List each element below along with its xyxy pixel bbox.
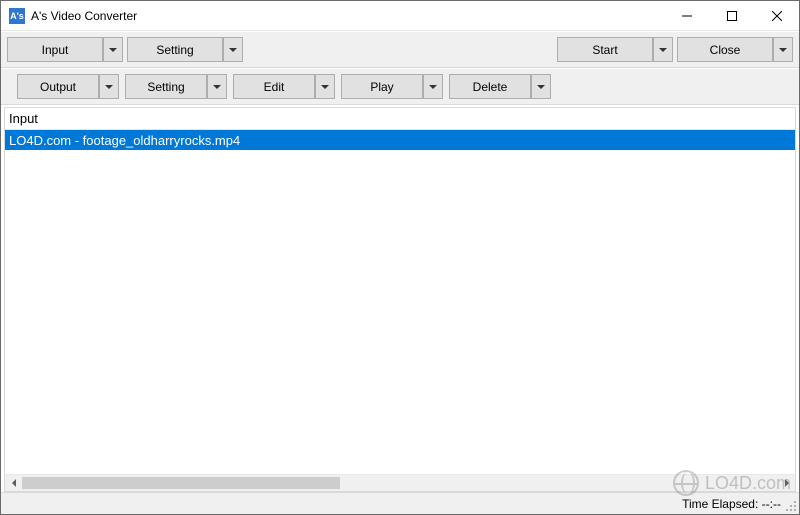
close-dropdown[interactable] <box>773 37 793 62</box>
setting2-button[interactable]: Setting <box>125 74 207 99</box>
setting-dropdown[interactable] <box>223 37 243 62</box>
resize-grip-icon <box>785 500 797 512</box>
toolbar-right-group: Start Close <box>557 37 793 62</box>
horizontal-scrollbar[interactable] <box>5 474 795 491</box>
delete-split-button: Delete <box>449 74 551 99</box>
output-dropdown[interactable] <box>99 74 119 99</box>
delete-dropdown[interactable] <box>531 74 551 99</box>
setting2-split-button: Setting <box>125 74 227 99</box>
setting2-dropdown[interactable] <box>207 74 227 99</box>
app-window: A's A's Video Converter Input Setting <box>0 0 800 515</box>
column-header-input[interactable]: Input <box>5 108 795 130</box>
input-dropdown[interactable] <box>103 37 123 62</box>
maximize-icon <box>727 11 737 21</box>
titlebar: A's A's Video Converter <box>1 1 799 31</box>
scroll-left-button[interactable] <box>5 475 22 491</box>
status-time-elapsed: Time Elapsed: --:-- <box>682 497 781 511</box>
toolbar-left-group: Input Setting <box>7 37 243 62</box>
minimize-button[interactable] <box>664 1 709 30</box>
maximize-button[interactable] <box>709 1 754 30</box>
scroll-thumb[interactable] <box>22 477 340 489</box>
edit-dropdown[interactable] <box>315 74 335 99</box>
output-split-button: Output <box>17 74 119 99</box>
scroll-right-button[interactable] <box>778 475 795 491</box>
minimize-icon <box>682 11 692 21</box>
window-title: A's Video Converter <box>31 9 137 23</box>
input-split-button: Input <box>7 37 123 62</box>
close-button[interactable]: Close <box>677 37 773 62</box>
start-dropdown[interactable] <box>653 37 673 62</box>
delete-button[interactable]: Delete <box>449 74 531 99</box>
setting-split-button: Setting <box>127 37 243 62</box>
status-bar: Time Elapsed: --:-- <box>1 492 799 514</box>
setting-button[interactable]: Setting <box>127 37 223 62</box>
file-list-panel: Input LO4D.com - footage_oldharryrocks.m… <box>4 107 796 492</box>
play-dropdown[interactable] <box>423 74 443 99</box>
close-icon <box>772 11 782 21</box>
start-split-button: Start <box>557 37 673 62</box>
toolbar-primary: Input Setting Start Close <box>1 31 799 68</box>
resize-grip[interactable] <box>785 500 797 512</box>
close-window-button[interactable] <box>754 1 799 30</box>
list-item[interactable]: LO4D.com - footage_oldharryrocks.mp4 <box>5 130 795 150</box>
time-elapsed-value: --:-- <box>762 497 781 511</box>
app-icon: A's <box>9 8 25 24</box>
output-button[interactable]: Output <box>17 74 99 99</box>
start-button[interactable]: Start <box>557 37 653 62</box>
input-button[interactable]: Input <box>7 37 103 62</box>
close-split-button: Close <box>677 37 793 62</box>
edit-button[interactable]: Edit <box>233 74 315 99</box>
play-button[interactable]: Play <box>341 74 423 99</box>
file-list[interactable]: LO4D.com - footage_oldharryrocks.mp4 <box>5 130 795 474</box>
toolbar-secondary: Output Setting Edit Play Delete <box>1 68 799 105</box>
play-split-button: Play <box>341 74 443 99</box>
time-elapsed-label: Time Elapsed: <box>682 497 758 511</box>
edit-split-button: Edit <box>233 74 335 99</box>
scroll-track[interactable] <box>22 475 778 491</box>
